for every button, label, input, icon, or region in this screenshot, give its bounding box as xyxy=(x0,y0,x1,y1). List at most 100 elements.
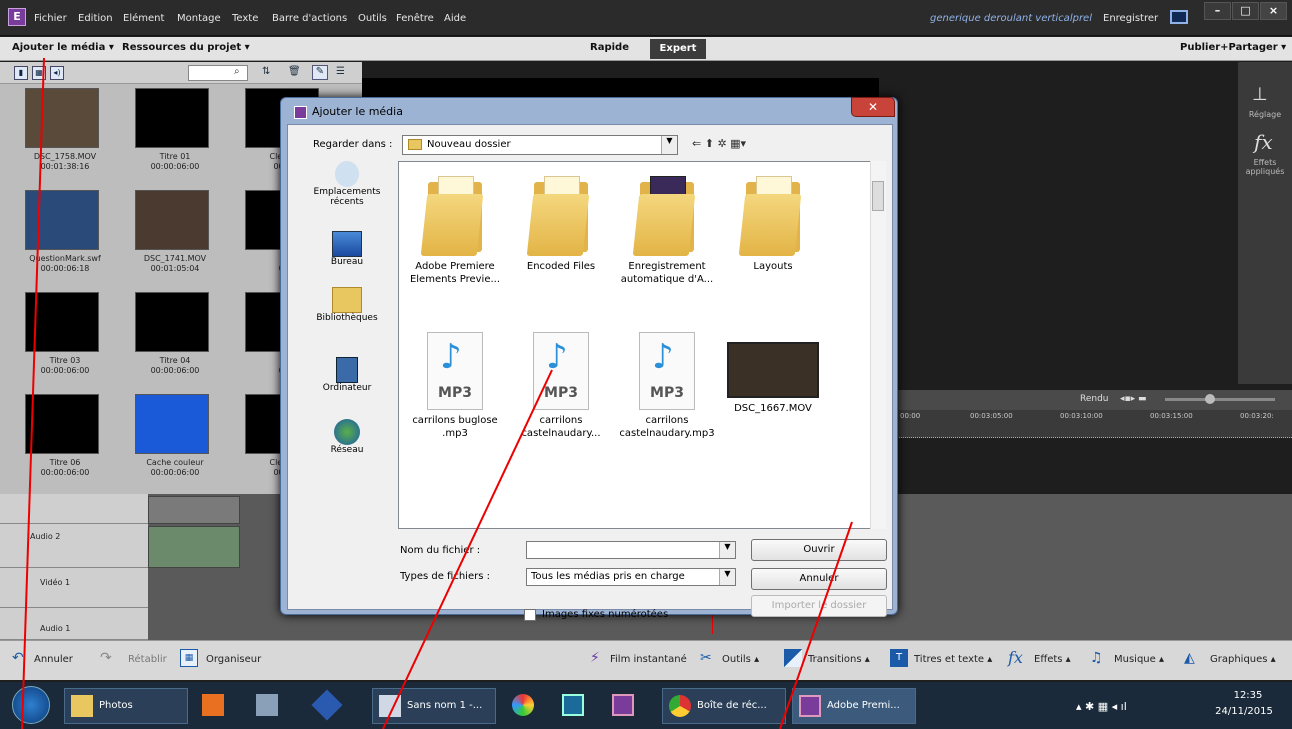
file-item[interactable]: Layouts xyxy=(721,176,825,273)
taskbar-photo-editor[interactable] xyxy=(556,688,596,724)
fullscreen-icon[interactable] xyxy=(1170,10,1188,24)
taskbar-chrome[interactable]: Boîte de réc... xyxy=(662,688,786,724)
tray-time[interactable]: 12:35 xyxy=(1218,690,1278,701)
place-computer[interactable]: Ordinateur xyxy=(304,357,390,393)
video-filter-icon[interactable]: ▮ xyxy=(14,66,28,80)
menu-barre-actions[interactable]: Barre d'actions xyxy=(272,13,347,24)
audio-filter-icon[interactable]: ◂) xyxy=(50,66,64,80)
list-view-icon[interactable]: ☰ xyxy=(336,66,345,77)
save-button[interactable]: Enregistrer xyxy=(1103,13,1158,24)
adjust-icon[interactable]: ⊥ xyxy=(1252,84,1268,105)
dialog-titlebar[interactable]: Ajouter le média xyxy=(286,98,886,124)
tray-date[interactable]: 24/11/2015 xyxy=(1208,706,1280,717)
titles-icon[interactable]: T xyxy=(890,649,908,667)
numbered-stills-checkbox[interactable] xyxy=(524,609,536,621)
chevron-down-icon[interactable]: ▼ xyxy=(719,569,735,585)
view-menu-icon[interactable]: ▦▾ xyxy=(730,137,746,150)
file-item[interactable]: ♪ MP3 carrilons buglose .mp3 xyxy=(403,332,507,440)
undo-button[interactable]: Annuler xyxy=(34,654,73,665)
new-folder-icon[interactable]: ✲ xyxy=(717,137,726,150)
file-item[interactable]: DSC_1667.MOV xyxy=(721,332,825,415)
filename-input[interactable]: ▼ xyxy=(526,541,736,559)
taskbar-media-player[interactable] xyxy=(196,688,236,724)
file-item[interactable]: ♪ MP3 carrilons castelnaudary.mp3 xyxy=(615,332,719,440)
search-icon[interactable]: ⌕ xyxy=(234,66,240,77)
add-media-button[interactable]: Ajouter le média ▾ xyxy=(12,42,114,53)
audio-clip[interactable] xyxy=(148,526,240,568)
file-list-scrollbar[interactable] xyxy=(870,161,886,529)
look-in-select[interactable]: Nouveau dossier ▼ xyxy=(402,135,678,155)
graphics-button[interactable]: Graphiques ▴ xyxy=(1210,654,1276,665)
taskbar-picasa[interactable] xyxy=(506,688,546,724)
sort-icon[interactable]: ⇅ xyxy=(262,66,270,77)
place-libraries[interactable]: Bibliothèques xyxy=(304,287,390,323)
video-clip[interactable] xyxy=(148,496,240,524)
import-folder-button[interactable]: Importer le dossier xyxy=(751,595,887,617)
taskbar-photos[interactable]: Photos xyxy=(64,688,188,724)
file-item[interactable]: Adobe Premiere Elements Previe... xyxy=(403,176,507,286)
tools-button[interactable]: Outils ▴ xyxy=(722,654,759,665)
dialog-close-button[interactable]: ✕ xyxy=(851,97,895,117)
place-network[interactable]: Réseau xyxy=(304,419,390,455)
taskbar-sans-nom[interactable]: Sans nom 1 -... xyxy=(372,688,496,724)
redo-button[interactable]: Rétablir xyxy=(128,654,167,665)
scrollbar-thumb[interactable] xyxy=(872,181,884,211)
graphics-icon[interactable]: ◭ xyxy=(1184,650,1195,666)
titles-button[interactable]: Titres et texte ▴ xyxy=(914,654,992,665)
transitions-icon[interactable] xyxy=(784,649,802,667)
menu-outils[interactable]: Outils xyxy=(358,13,387,24)
file-item[interactable]: Enregistrement automatique d'A... xyxy=(615,176,719,286)
menu-texte[interactable]: Texte xyxy=(232,13,258,24)
trash-icon[interactable]: 🗑 xyxy=(288,66,301,77)
place-recent[interactable]: Emplacements récents xyxy=(304,161,390,207)
redo-icon[interactable]: ↷ xyxy=(100,650,112,666)
chevron-down-icon[interactable]: ▼ xyxy=(719,542,735,558)
taskbar-premiere-organizer[interactable] xyxy=(606,688,646,724)
undo-icon[interactable]: ↶ xyxy=(12,650,24,666)
project-assets-button[interactable]: Ressources du projet ▾ xyxy=(122,42,250,53)
chevron-down-icon[interactable]: ▼ xyxy=(661,136,677,154)
render-button[interactable]: Rendu xyxy=(1080,394,1109,404)
taskbar-book-app[interactable] xyxy=(310,688,350,724)
transitions-button[interactable]: Transitions ▴ xyxy=(808,654,870,665)
instant-movie-button[interactable]: Film instantané xyxy=(610,654,687,665)
organizer-icon[interactable]: ▦ xyxy=(180,649,198,667)
close-window-button[interactable]: × xyxy=(1260,2,1287,20)
back-icon[interactable]: ⇐ xyxy=(692,137,701,150)
file-item[interactable]: Encoded Files xyxy=(509,176,613,273)
menu-edition[interactable]: Edition xyxy=(78,13,113,24)
tab-rapide[interactable]: Rapide xyxy=(590,42,629,53)
file-list[interactable]: Adobe Premiere Elements Previe... Encoded… xyxy=(398,161,886,529)
taskbar-calculator[interactable] xyxy=(250,688,290,724)
fx-icon[interactable]: fx xyxy=(1254,130,1273,154)
music-button[interactable]: Musique ▴ xyxy=(1114,654,1164,665)
menu-fichier[interactable]: Fichier xyxy=(34,13,67,24)
place-desktop[interactable]: Bureau xyxy=(304,231,390,267)
cancel-button[interactable]: Annuler xyxy=(751,568,887,590)
tab-expert[interactable]: Expert xyxy=(650,39,706,59)
file-item[interactable]: ♪ MP3 carrilons castelnaudary... xyxy=(509,332,613,440)
instant-movie-icon[interactable]: ⚡ xyxy=(590,650,600,666)
menu-fenetre[interactable]: Fenêtre xyxy=(396,13,434,24)
menu-aide[interactable]: Aide xyxy=(444,13,466,24)
applied-effects-label[interactable]: Effets appliqués xyxy=(1240,158,1290,176)
menu-montage[interactable]: Montage xyxy=(177,13,221,24)
maximize-button[interactable]: □ xyxy=(1232,2,1259,20)
publish-share-button[interactable]: Publier+Partager ▾ xyxy=(1180,42,1286,53)
pin-icon[interactable]: ✎ xyxy=(312,65,328,80)
tray-icons[interactable]: ▴ ✱ ▦ ◂ ıl xyxy=(1076,700,1127,713)
up-folder-icon[interactable]: ⬆ xyxy=(705,137,714,150)
taskbar-adobe-premiere[interactable]: Adobe Premi... xyxy=(792,688,916,724)
timeline-ruler[interactable]: 00:00 00:03:05:00 00:03:10:00 00:03:15:0… xyxy=(880,410,1292,438)
music-icon[interactable]: ♫ xyxy=(1090,650,1103,666)
adjust-label[interactable]: Réglage xyxy=(1240,110,1290,119)
minimize-button[interactable]: – xyxy=(1204,2,1231,20)
open-button[interactable]: Ouvrir xyxy=(751,539,887,561)
effects-icon[interactable]: fx xyxy=(1008,648,1023,667)
menu-element[interactable]: Elément xyxy=(123,13,164,24)
image-filter-icon[interactable]: ▦ xyxy=(32,66,46,80)
zoom-slider-handle[interactable] xyxy=(1205,394,1215,404)
filetypes-select[interactable]: Tous les médias pris en charge ▼ xyxy=(526,568,736,586)
render-range-icon[interactable]: ◂▪▸ ▬ xyxy=(1120,394,1147,404)
effects-button[interactable]: Effets ▴ xyxy=(1034,654,1071,665)
